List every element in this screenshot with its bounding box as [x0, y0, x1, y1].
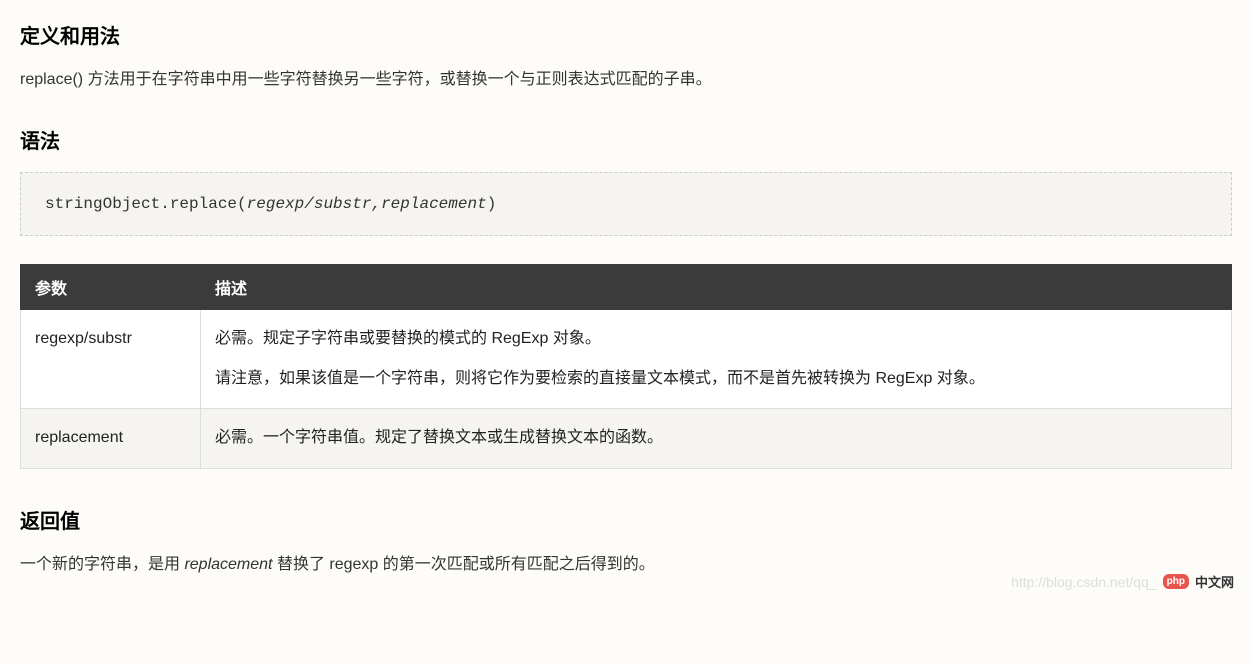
return-italic: replacement: [184, 556, 272, 573]
syntax-heading: 语法: [20, 125, 1232, 154]
param-name-cell: replacement: [21, 409, 201, 468]
logo-text: 中文网: [1195, 572, 1234, 591]
definition-heading: 定义和用法: [20, 20, 1232, 49]
param-desc-line: 请注意，如果该值是一个字符串，则将它作为要检索的直接量文本模式，而不是首先被转换…: [215, 364, 1217, 394]
return-prefix: 一个新的字符串，是用: [20, 556, 184, 573]
table-header-row: 参数 描述: [21, 264, 1232, 309]
logo-badge-icon: php: [1163, 574, 1189, 589]
param-desc-cell: 必需。一个字符串值。规定了替换文本或生成替换文本的函数。: [201, 409, 1232, 468]
table-row: replacement 必需。一个字符串值。规定了替换文本或生成替换文本的函数。: [21, 409, 1232, 468]
return-heading: 返回值: [20, 505, 1232, 534]
table-row: regexp/substr 必需。规定子字符串或要替换的模式的 RegExp 对…: [21, 309, 1232, 409]
param-name-cell: regexp/substr: [21, 309, 201, 409]
syntax-code-block: stringObject.replace(regexp/substr,repla…: [20, 172, 1232, 236]
watermark-blog-url: http://blog.csdn.net/qq_: [1011, 574, 1157, 590]
param-desc-cell: 必需。规定子字符串或要替换的模式的 RegExp 对象。 请注意，如果该值是一个…: [201, 309, 1232, 409]
return-suffix: 替换了 regexp 的第一次匹配或所有匹配之后得到的。: [273, 556, 655, 573]
code-prefix: stringObject.replace(: [45, 195, 247, 213]
param-desc-line: 必需。规定子字符串或要替换的模式的 RegExp 对象。: [215, 324, 1217, 354]
table-header-param: 参数: [21, 264, 201, 309]
code-args: regexp/substr,replacement: [247, 195, 487, 213]
table-header-desc: 描述: [201, 264, 1232, 309]
watermark: http://blog.csdn.net/qq_ php 中文网: [1011, 572, 1234, 591]
param-desc-line: 必需。一个字符串值。规定了替换文本或生成替换文本的函数。: [215, 429, 663, 446]
code-suffix: ): [487, 195, 497, 213]
parameters-table: 参数 描述 regexp/substr 必需。规定子字符串或要替换的模式的 Re…: [20, 264, 1232, 469]
definition-text: replace() 方法用于在字符串中用一些字符替换另一些字符，或替换一个与正则…: [20, 67, 1232, 93]
